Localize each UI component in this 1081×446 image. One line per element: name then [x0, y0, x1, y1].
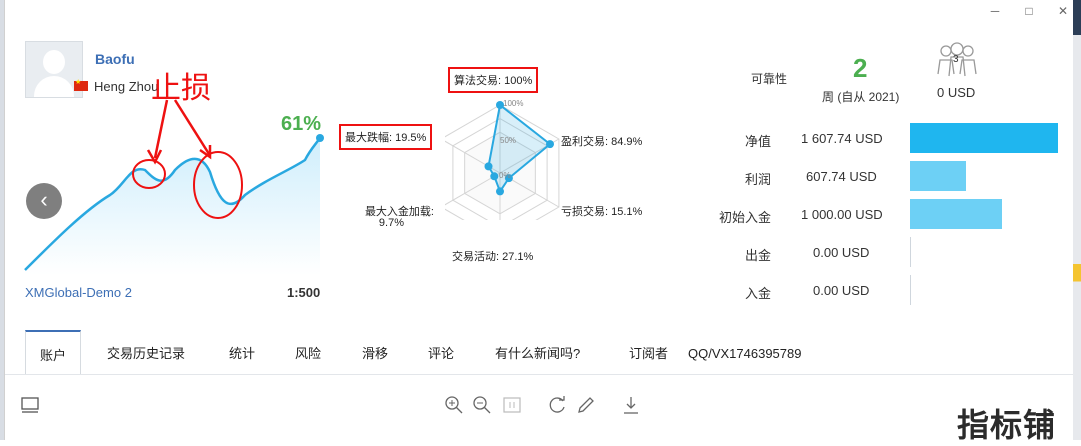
tab-news[interactable]: 有什么新闻吗? [495, 330, 580, 372]
stat-bar-deposits [910, 275, 911, 305]
radar-label-max-drawdown: 最大跌幅: 19.5% [339, 124, 433, 150]
radar-data-point [490, 172, 499, 181]
edit-icon[interactable] [576, 395, 596, 415]
stat-bar-withdrawals [910, 237, 911, 267]
radar-data-point [545, 140, 554, 149]
stat-value-deposits: 0.00 USD [813, 283, 870, 298]
tab-trade-history[interactable]: 交易历史记录 [107, 330, 185, 372]
radar-data-point [484, 162, 493, 171]
radar-label-max-deposit-load-value: 9.7% [378, 217, 404, 229]
zoom-in-icon[interactable] [444, 395, 464, 415]
radar-label-profit-trades: 盈利交易: 84.9% [561, 136, 643, 148]
leverage: 1:500 [287, 285, 321, 300]
maximize-button[interactable]: □ [1019, 4, 1039, 18]
radar-scale-50: 50% [500, 136, 517, 145]
stat-bar-profit [910, 161, 966, 191]
watermark: 指标铺 [957, 407, 1057, 443]
growth-chart [24, 99, 324, 275]
reliability-label: 可靠性 [751, 72, 788, 86]
stat-label-withdrawals: 出金 [744, 248, 771, 263]
download-icon[interactable] [621, 395, 641, 415]
stat-bar-equity [910, 123, 1058, 153]
actual-size-icon [503, 397, 521, 413]
server-name: XMGlobal-Demo 2 [25, 285, 132, 300]
zoom-out-icon[interactable] [472, 395, 492, 415]
rotate-icon[interactable] [548, 395, 568, 415]
stat-value-initial-deposit: 1 000.00 USD [801, 207, 883, 222]
close-button[interactable]: ✕ [1053, 4, 1073, 18]
layout-icon[interactable] [20, 395, 40, 415]
tab-account[interactable]: 账户 [25, 330, 82, 374]
chevron-left-icon[interactable]: ‹ [26, 183, 62, 219]
radar-label-activity: 交易活动: 27.1% [452, 251, 534, 263]
stat-bar-initial-deposit [910, 199, 1002, 229]
minimize-button[interactable]: ─ [985, 4, 1005, 18]
reliability-since: 周 (自从 2021) [822, 90, 900, 104]
radar-scale-100: 100% [503, 99, 524, 108]
growth-percent: 61% [281, 113, 322, 135]
risk-radar-chart [445, 101, 560, 220]
tab-risks[interactable]: 风险 [295, 330, 321, 372]
stat-value-profit: 607.74 USD [806, 169, 877, 184]
stat-value-equity: 1 607.74 USD [801, 131, 883, 146]
subscriber-count: 3 [953, 54, 959, 65]
annotation-arrow-2 [173, 99, 211, 155]
signal-window: ─ □ ✕ Baofu Heng Zhou 止损 61% ‹ XMGlobal-… [4, 0, 1073, 443]
tab-statistics[interactable]: 统计 [229, 330, 255, 372]
growth-area [25, 138, 320, 275]
stat-label-profit: 利润 [744, 172, 771, 187]
tab-divider [5, 374, 1073, 375]
reliability-weeks: 2 [853, 53, 868, 83]
stat-value-withdrawals: 0.00 USD [813, 245, 870, 260]
stat-label-initial-deposit: 初始入金 [718, 210, 771, 225]
tab-subscribers[interactable]: 订阅者 [629, 330, 668, 372]
desktop-background-right [1073, 0, 1081, 440]
stat-label-equity: 净值 [744, 134, 771, 149]
radar-label-loss-trades: 亏损交易: 15.1% [561, 206, 643, 218]
annotation-arrow-1 [153, 99, 169, 159]
stop-loss-annotation: 止损 [151, 72, 211, 105]
radar-data-point [496, 187, 504, 196]
tab-slippage[interactable]: 滑移 [362, 330, 388, 372]
stat-label-deposits: 入金 [744, 286, 771, 301]
radar-label-algo-trading: 算法交易: 100% [448, 67, 539, 93]
radar-scale-0: 0% [499, 171, 511, 180]
tab-contact[interactable]: QQ/VX1746395789 [688, 330, 801, 372]
subscription-price: 0 USD [937, 85, 976, 100]
tab-reviews[interactable]: 评论 [428, 330, 454, 372]
